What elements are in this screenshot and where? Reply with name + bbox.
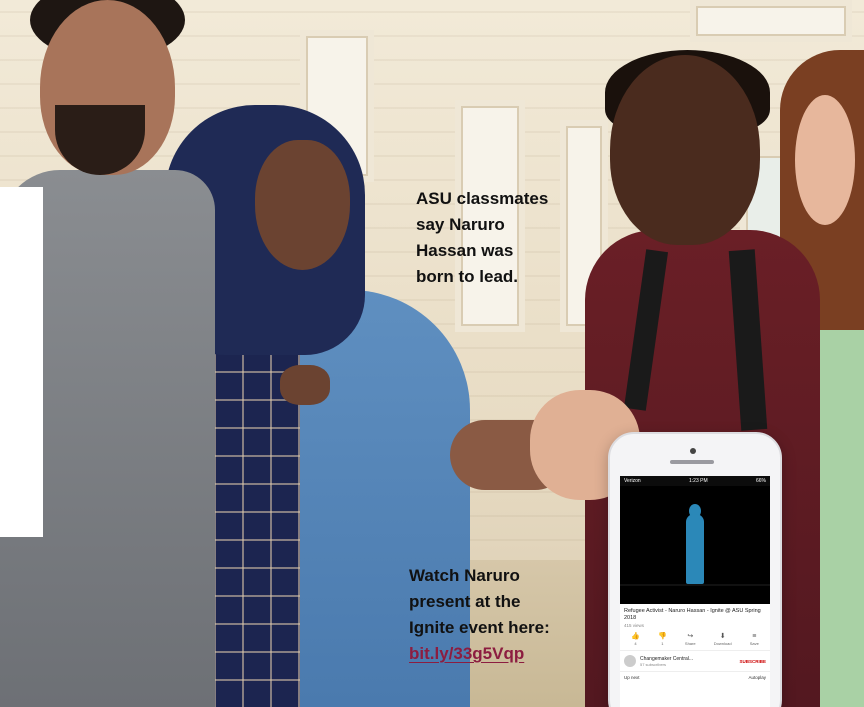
pointing-hand	[280, 365, 330, 405]
channel-info: Changemaker Central... 57 subscribers	[640, 656, 735, 667]
video-title[interactable]: Refugee Activist - Naruro Hassan - Ignit…	[620, 604, 770, 622]
student-maroon-face	[610, 55, 760, 245]
video-action-label: 1	[661, 641, 664, 646]
battery-label: 66%	[755, 478, 766, 484]
video-action-label: Download	[713, 641, 732, 646]
subscribe-button[interactable]: SUBSCRIBE	[739, 659, 766, 664]
caption-line: born to lead.	[416, 267, 518, 286]
video-action-button[interactable]: 👎 1	[658, 633, 667, 646]
up-next-row: Up next Autoplay	[620, 672, 770, 683]
video-action-button[interactable]: ≡ Save	[750, 633, 759, 646]
student-hijab-face	[255, 140, 350, 270]
camera-icon	[690, 448, 696, 454]
download-icon: ⬇	[719, 633, 726, 640]
video-caption: Watch Naruro present at the Ignite event…	[409, 563, 599, 667]
caption-line: say Naruro	[416, 215, 505, 234]
avatar[interactable]	[624, 655, 636, 667]
headline-caption: ASU classmates say Naruro Hassan was bor…	[416, 186, 586, 290]
caption-line: ASU classmates	[416, 189, 549, 208]
save-icon: ≡	[752, 633, 757, 640]
stage-floor	[620, 584, 770, 586]
video-actions: 👍 4 👎 1 ↪ Share ⬇ Download ≡ Save	[620, 629, 770, 651]
status-bar: Verizon 1:23 PM 66%	[620, 476, 770, 486]
autoplay-toggle[interactable]: Autoplay	[748, 675, 766, 680]
student-right-face	[795, 95, 855, 225]
phone-screen: Verizon 1:23 PM 66% Refugee Activist - N…	[620, 476, 770, 707]
clock-label: 1:23 PM	[689, 478, 708, 484]
up-next-label: Up next	[624, 675, 640, 680]
share-icon: ↪	[687, 633, 694, 640]
caption-line: Watch Naruro	[409, 566, 520, 585]
caption-line: Ignite event here:	[409, 618, 550, 637]
thumbs-up-icon: 👍	[631, 633, 640, 640]
video-action-button[interactable]: 👍 4	[631, 633, 640, 646]
speaker-grille	[670, 460, 714, 464]
video-action-button[interactable]: ⬇ Download	[714, 633, 732, 646]
video-player[interactable]	[620, 486, 770, 604]
phone-mockup: Verizon 1:23 PM 66% Refugee Activist - N…	[608, 432, 782, 707]
video-action-button[interactable]: ↪ Share	[685, 633, 696, 646]
video-action-label: 4	[634, 641, 637, 646]
channel-row: Changemaker Central... 57 subscribers SU…	[620, 651, 770, 672]
channel-subscribers: 57 subscribers	[640, 661, 667, 667]
building-window	[690, 0, 852, 42]
white-panel	[0, 187, 43, 537]
hero-photo: ASU classmates say Naruro Hassan was bor…	[0, 0, 864, 707]
video-action-label: Share	[684, 641, 696, 646]
speaker-figure	[686, 514, 704, 584]
caption-line: Hassan was	[416, 241, 514, 260]
thumbs-down-icon: 👎	[658, 633, 667, 640]
video-views: 415 views	[624, 623, 645, 628]
carrier-label: Verizon	[624, 478, 641, 484]
video-link[interactable]: bit.ly/33g5Vqp	[409, 644, 524, 663]
caption-line: present at the	[409, 592, 521, 611]
video-action-label: Save	[749, 641, 759, 646]
